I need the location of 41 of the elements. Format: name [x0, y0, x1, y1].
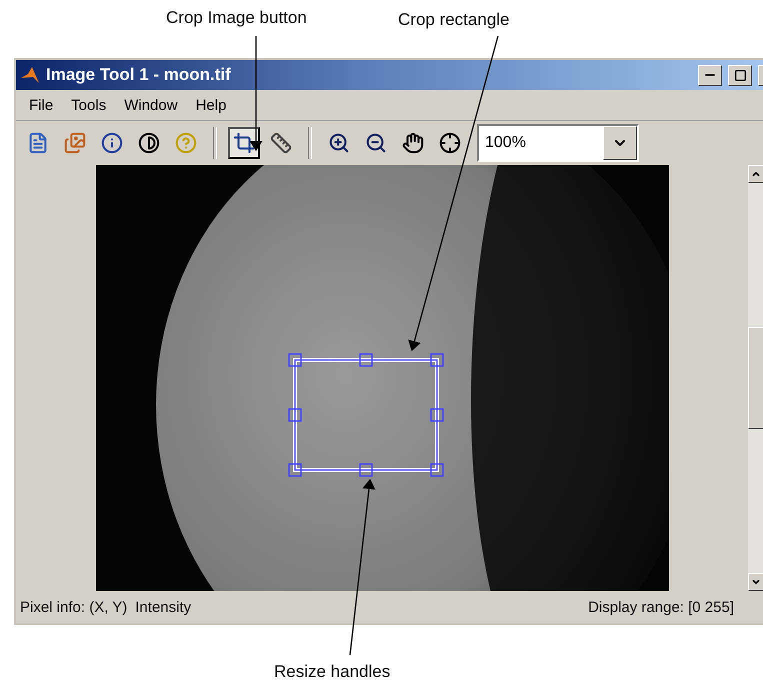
zoom-dropdown[interactable]: 100% [477, 124, 639, 162]
toolbar-button[interactable] [228, 127, 260, 159]
info-icon [101, 132, 123, 154]
crop-rectangle[interactable] [293, 358, 439, 472]
menu-item[interactable]: Window [115, 94, 187, 116]
menu-item[interactable]: Tools [62, 94, 116, 116]
resize-handle[interactable] [430, 463, 444, 477]
resize-handle[interactable] [359, 463, 373, 477]
minimize-button[interactable] [698, 64, 722, 86]
document-icon [27, 132, 49, 154]
pixel-info-label: Pixel info: (X, Y) [20, 598, 128, 616]
zoom-in-icon [328, 132, 350, 154]
resize-handle[interactable] [430, 353, 444, 367]
maximize-button[interactable] [728, 64, 752, 86]
annotation-label: Crop rectangle [398, 10, 510, 30]
scrollbar-thumb[interactable] [748, 327, 763, 429]
resize-handle[interactable] [430, 408, 444, 422]
ruler-icon [270, 132, 292, 154]
contrast-icon [138, 132, 160, 154]
scroll-down-icon [751, 577, 761, 587]
images-icon [64, 132, 86, 154]
display-range-label: Display range: [0 255] [588, 598, 734, 616]
annotation-label: Crop Image button [166, 8, 307, 28]
resize-handle[interactable] [288, 408, 302, 422]
resize-handle[interactable] [288, 463, 302, 477]
help-icon [175, 132, 197, 154]
zoom-out-icon [365, 132, 387, 154]
window-title: Image Tool 1 - moon.tif [46, 65, 232, 85]
pixel-value-label: Intensity [135, 598, 192, 616]
menu-item[interactable]: File [20, 94, 62, 116]
menu-item[interactable]: Help [186, 94, 236, 116]
logo-icon [20, 65, 40, 85]
maximize-icon [734, 68, 746, 82]
scroll-up-icon [751, 169, 761, 179]
hand-icon [402, 132, 424, 154]
annotation-label: Resize handles [274, 662, 390, 682]
crosshair-icon [439, 132, 461, 154]
vertical-scrollbar[interactable] [748, 165, 763, 591]
resize-handle[interactable] [359, 353, 373, 367]
crop-icon [233, 132, 255, 154]
resize-handle[interactable] [288, 353, 302, 367]
